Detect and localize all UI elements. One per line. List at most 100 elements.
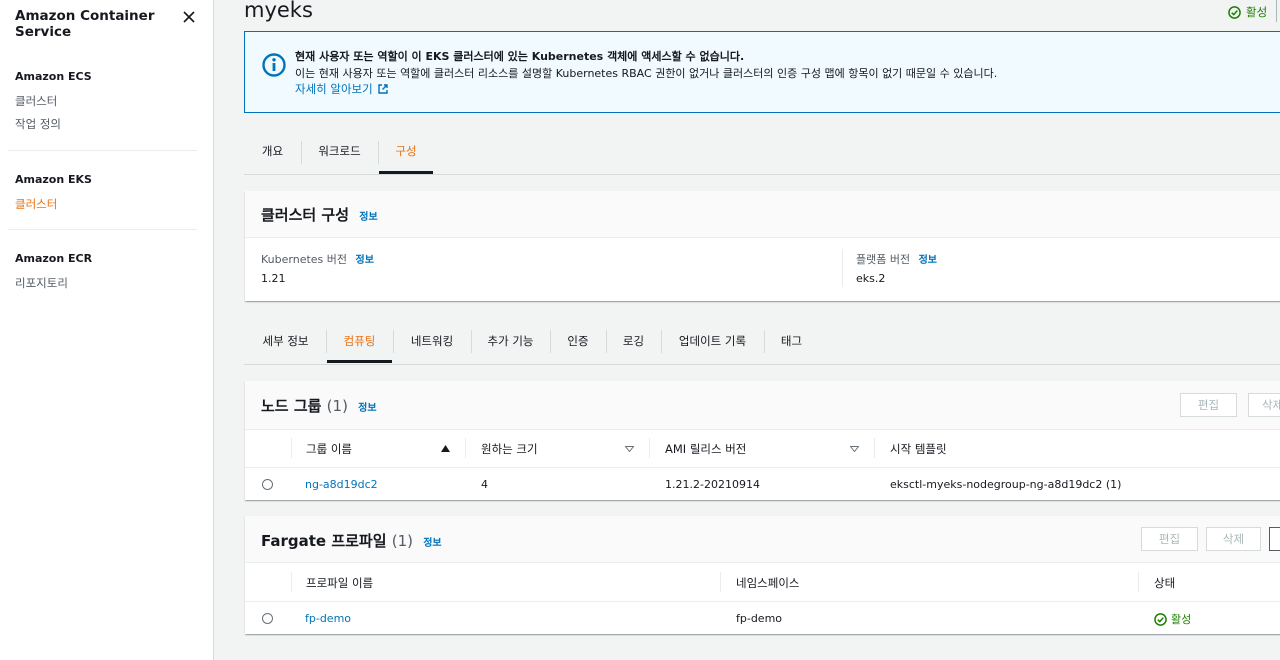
learn-more-link[interactable]: 자세히 알아보기 [295,81,389,97]
column-separator [720,572,721,592]
fargate-title-text: Fargate 프로파일 [261,532,387,550]
launch-template-value: eksctl-myeks-nodegroup-ng-a8d19dc2 (1) [890,478,1122,491]
edit-button[interactable]: 편집 [1141,527,1198,551]
cluster-config-panel: 클러스터 구성 정보 Kubernetes 버전 정보 1.21 플랫폼 버전 … [245,191,1280,301]
sidebar-divider [8,229,197,230]
fargate-title: Fargate 프로파일 (1) 정보 [261,530,442,551]
header-action-edge[interactable] [1276,0,1280,22]
close-icon[interactable] [181,9,197,25]
subtab-tags[interactable]: 태그 [764,321,819,363]
info-icon [262,53,286,77]
column-header-status[interactable]: 상태 [1154,575,1175,591]
sidebar-item-repositories[interactable]: 리포지토리 [15,275,68,291]
subtab-update-history[interactable]: 업데이트 기록 [661,321,764,363]
namespace-value: fp-demo [736,612,783,625]
fargate-profile-link[interactable]: fp-demo [305,612,351,625]
column-header-namespace[interactable]: 네임스페이스 [736,575,799,591]
column-separator [649,438,650,458]
column-separator [874,438,875,458]
sidebar-item-eks-clusters[interactable]: 클러스터 [15,196,57,212]
cluster-config-header: 클러스터 구성 정보 [245,191,1280,238]
table-divider [245,467,1280,468]
sort-icon[interactable] [625,446,634,452]
sidebar-title: Amazon Container Service [15,8,155,40]
create-button[interactable] [1269,527,1280,551]
sidebar-heading-ecs: Amazon ECS [15,70,92,83]
info-link[interactable]: 정보 [359,212,377,223]
column-header-launch-template[interactable]: 시작 템플릿 [890,441,947,457]
config-subtabs: 세부 정보 컴퓨팅 네트워킹 추가 기능 인증 로깅 업데이트 기록 태그 [244,321,1280,365]
table-divider [245,429,1280,430]
subtab-authentication[interactable]: 인증 [550,321,606,363]
cluster-status: 활성 [1228,4,1267,20]
alert-body: 이는 현재 사용자 또는 역할에 클러스터 리소스를 설명할 Kubernete… [295,67,998,80]
column-separator [291,572,292,592]
subtab-logging[interactable]: 로깅 [606,321,661,363]
subtab-networking[interactable]: 네트워킹 [393,321,471,363]
fargate-profiles-panel: Fargate 프로파일 (1) 정보 편집 삭제 프로파일 이름 네임스페이스… [245,516,1280,634]
fargate-header: Fargate 프로파일 (1) 정보 편집 삭제 [245,516,1280,562]
kubernetes-version-label: Kubernetes 버전 정보 [261,251,374,267]
node-groups-title-text: 노드 그룹 [261,397,322,415]
sidebar-item-ecs-clusters[interactable]: 클러스터 [15,93,57,109]
platform-version-label-text: 플랫폼 버전 [856,253,911,266]
permission-alert: 현재 사용자 또는 역할이 이 EKS 클러스터에 있는 Kubernetes … [244,31,1280,113]
node-groups-header: 노드 그룹 (1) 정보 편집 삭제 [245,381,1280,429]
column-header-ami-release[interactable]: AMI 릴리스 버전 [665,441,746,457]
subtab-details[interactable]: 세부 정보 [244,321,327,363]
subtab-compute[interactable]: 컴퓨팅 [327,321,392,363]
cluster-status-text: 활성 [1246,5,1268,19]
learn-more-label: 자세히 알아보기 [295,82,373,96]
platform-version-label: 플랫폼 버전 정보 [856,251,937,267]
subtab-add-ons[interactable]: 추가 기능 [471,321,550,363]
sidebar-item-task-definitions[interactable]: 작업 정의 [15,116,61,132]
page-title: myeks [244,0,313,22]
delete-button[interactable]: 삭제 [1248,393,1280,417]
table-divider [245,562,1280,563]
tab-overview[interactable]: 개요 [244,132,301,174]
info-link[interactable]: 정보 [356,255,374,266]
main-content: myeks 활성 현재 사용자 또는 역할이 이 EKS 클러스터에 있는 Ku… [214,0,1280,660]
cluster-config-title-text: 클러스터 구성 [261,206,350,224]
column-separator [291,438,292,458]
cluster-config-title: 클러스터 구성 정보 [261,204,378,225]
kubernetes-version-value: 1.21 [261,272,286,285]
table-divider [245,601,1280,602]
kubernetes-version-label-text: Kubernetes 버전 [261,253,348,266]
sidebar: Amazon Container Service Amazon ECS 클러스터… [0,0,214,660]
node-groups-count: (1) [326,397,348,415]
ami-release-value: 1.21.2-20210914 [665,478,760,491]
node-groups-panel: 노드 그룹 (1) 정보 편집 삭제 그룹 이름 원하는 크기 AMI 릴리스 … [245,381,1280,500]
row-select-radio[interactable] [262,613,273,624]
platform-version-value: eks.2 [856,272,886,285]
sort-ascending-icon[interactable] [441,445,450,452]
sidebar-heading-eks: Amazon EKS [15,173,92,186]
profile-status: 활성 [1154,611,1191,627]
column-separator [465,438,466,458]
sidebar-divider [8,150,197,151]
column-header-group-name[interactable]: 그룹 이름 [306,441,352,457]
cluster-tabs: 개요 워크로드 구성 [244,132,1280,175]
column-header-desired-size[interactable]: 원하는 크기 [481,441,538,457]
fargate-count: (1) [391,532,413,550]
sidebar-heading-ecr: Amazon ECR [15,252,93,265]
node-group-name-link[interactable]: ng-a8d19dc2 [305,478,378,491]
desired-size-value: 4 [481,478,488,491]
alert-title: 현재 사용자 또는 역할이 이 EKS 클러스터에 있는 Kubernetes … [295,50,745,63]
info-link[interactable]: 정보 [358,403,376,414]
tab-configuration[interactable]: 구성 [379,132,433,174]
sort-icon[interactable] [850,446,859,452]
tab-workloads[interactable]: 워크로드 [301,132,378,174]
info-link[interactable]: 정보 [423,538,441,549]
profile-status-text: 활성 [1171,613,1192,626]
check-circle-icon [1154,612,1167,626]
column-divider [842,249,843,287]
edit-button[interactable]: 편집 [1180,393,1237,417]
delete-button[interactable]: 삭제 [1206,527,1261,551]
check-circle-icon [1228,5,1241,19]
column-separator [1138,572,1139,592]
column-header-profile-name[interactable]: 프로파일 이름 [306,575,373,591]
row-select-radio[interactable] [262,479,273,490]
node-groups-title: 노드 그룹 (1) 정보 [261,395,377,416]
info-link[interactable]: 정보 [919,255,937,266]
